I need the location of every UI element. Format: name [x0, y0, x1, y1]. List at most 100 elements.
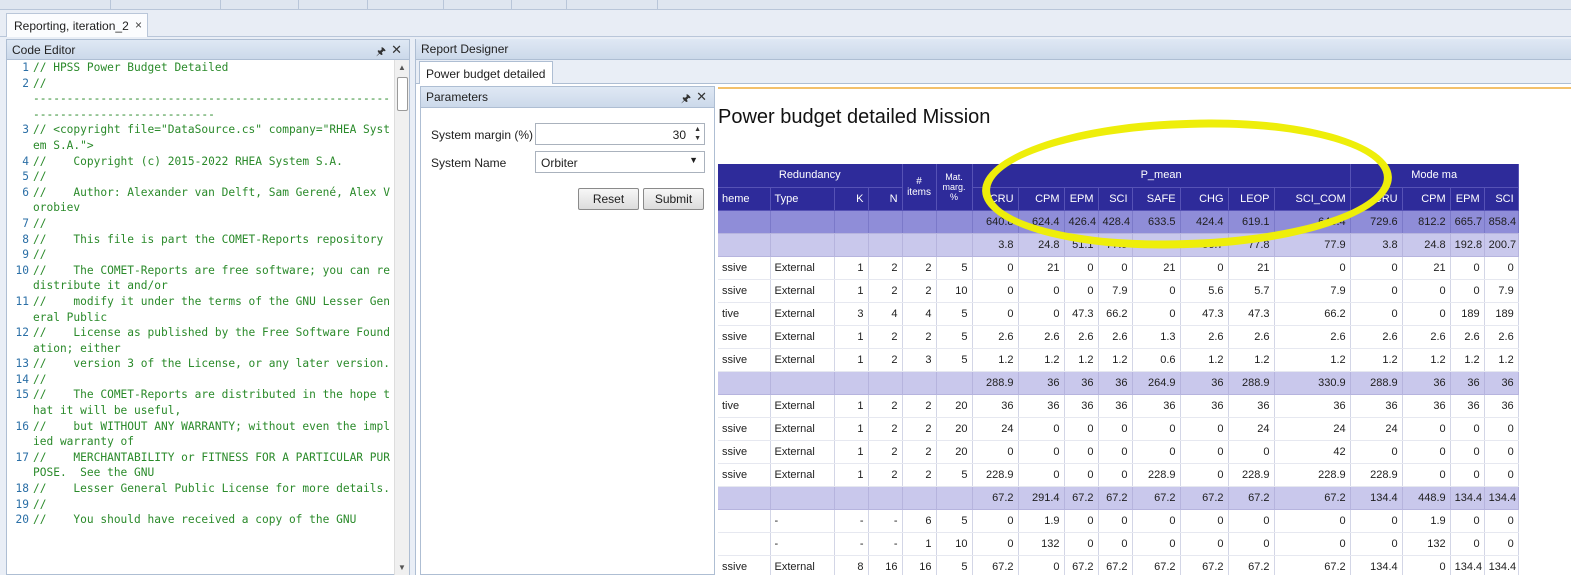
table-cell: 0 [1450, 417, 1485, 441]
document-tab[interactable]: Reporting, iteration_2 × [6, 13, 148, 37]
close-icon[interactable]: ✕ [696, 89, 707, 105]
table-cell: 1.2 [1402, 348, 1451, 372]
line-number: 7 [22, 216, 29, 230]
submit-button[interactable]: Submit [643, 188, 704, 210]
table-cell: 0 [1132, 532, 1181, 556]
table-cell: 6 [902, 509, 937, 533]
table-cell: 0 [1402, 417, 1451, 441]
close-icon[interactable]: × [135, 18, 142, 32]
table-cell: 134.4 [1484, 486, 1519, 510]
code-text: // Lesser General Public License for mor… [33, 482, 390, 496]
table-cell: 0 [1018, 417, 1065, 441]
table-cell: 36 [1274, 394, 1351, 418]
reset-button[interactable]: Reset [578, 188, 639, 210]
table-cell: 1.2 [1228, 348, 1275, 372]
table-cell: 24.8 [1402, 233, 1451, 257]
code-text: // Copyright (c) 2015-2022 RHEA System S… [33, 154, 343, 168]
table-cell: 0 [1484, 532, 1519, 556]
table-cell: 47.3 [1228, 302, 1275, 326]
close-icon[interactable]: ✕ [391, 42, 402, 58]
table-cell: 67.2 [1274, 486, 1351, 510]
table-cell: 288.9 [972, 371, 1019, 395]
table-cell: 2.6 [1450, 325, 1485, 349]
code-text-area[interactable]: 1 // HPSS Power Budget Detailed 2 // -------… [7, 60, 396, 575]
system-margin-label: System margin (%) [431, 128, 534, 142]
line-number [7, 91, 31, 122]
table-row: tive External 1 2 2 20 36 36 36 36 36 36 36 36 36 36 36 3… [718, 394, 1519, 418]
table-cell: External [770, 463, 835, 487]
table-cell: 0 [1450, 463, 1485, 487]
code-text: // modify it under the terms of the GNU … [33, 294, 390, 324]
line-number: 1 [22, 61, 29, 74]
code-text: // [33, 372, 47, 386]
scrollbar-thumb[interactable] [397, 77, 408, 111]
table-cell: 1 [834, 440, 869, 464]
column-header: EPM [1450, 187, 1485, 211]
table-cell [868, 371, 903, 395]
table-cell: 36 [1402, 394, 1451, 418]
table-cell: 264.9 [1132, 371, 1181, 395]
table-cell: 0 [1484, 256, 1519, 280]
code-text: // This file is part the COMET-Reports r… [33, 232, 384, 246]
table-cell [936, 486, 973, 510]
scroll-up-icon[interactable]: ▲ [398, 63, 406, 72]
table-cell: 16 [902, 555, 937, 575]
table-cell: 134.4 [1484, 555, 1519, 575]
line-number: 14 [15, 372, 29, 386]
table-cell: 0 [1484, 417, 1519, 441]
table-cell: 0 [1180, 509, 1229, 533]
table-cell: 0 [1018, 302, 1065, 326]
table-cell [936, 233, 973, 257]
chevron-down-icon[interactable]: ▼ [689, 155, 698, 165]
table-cell [834, 371, 869, 395]
line-number: 2 [22, 76, 29, 90]
code-editor-scrollbar[interactable]: ▲ ▼ [394, 60, 409, 575]
table-cell: 21 [1402, 256, 1451, 280]
table-cell: 67.2 [1180, 555, 1229, 575]
table-cell: 0 [1064, 279, 1099, 303]
table-cell: 67.2 [1064, 555, 1099, 575]
table-cell: 67.2 [1098, 555, 1133, 575]
table-cell: 7.9 [1098, 279, 1133, 303]
code-line: 6 // Author: Alexander van Delft, Sam Ger… [7, 185, 396, 216]
table-cell: 189 [1484, 302, 1519, 326]
table-cell: 0 [1450, 279, 1485, 303]
scroll-down-icon[interactable]: ▼ [398, 563, 406, 572]
line-number: 15 [15, 388, 29, 402]
line-number: 16 [15, 419, 29, 433]
spinner-icon[interactable]: ▲ ▼ [694, 125, 701, 143]
system-name-select[interactable]: Orbiter ▼ [535, 151, 705, 173]
table-cell: 67.2 [1228, 555, 1275, 575]
table-cell: 5 [936, 256, 973, 280]
parameters-header: Parameters 🖈 ✕ [421, 87, 714, 108]
pin-icon[interactable]: 🖈 [681, 90, 691, 109]
table-cell: 0 [1018, 555, 1065, 575]
table-cell: 0 [1402, 555, 1451, 575]
table-cell: External [770, 302, 835, 326]
table-cell: 2 [868, 325, 903, 349]
table-cell: 2 [902, 463, 937, 487]
table-cell: 67.2 [1132, 555, 1181, 575]
tab-power-budget-detailed[interactable]: Power budget detailed [419, 61, 554, 84]
mat-marg-group-header: Mat. marg. % [936, 164, 973, 211]
code-text: // HPSS Power Budget Detailed [33, 61, 229, 74]
table-cell: 21 [1018, 256, 1065, 280]
line-number: 13 [15, 357, 29, 371]
table-cell: 1.2 [1018, 348, 1065, 372]
table-cell: 20 [936, 394, 973, 418]
table-cell: 2 [902, 440, 937, 464]
table-cell [834, 486, 869, 510]
table-cell: 36 [1098, 371, 1133, 395]
table-cell: 42 [1274, 440, 1351, 464]
code-line: 19 // [7, 497, 396, 513]
table-cell: External [770, 440, 835, 464]
table-cell: 288.9 [1228, 371, 1275, 395]
table-cell: 2.6 [1228, 325, 1275, 349]
table-cell: 0 [1098, 532, 1133, 556]
table-cell: 0 [1064, 532, 1099, 556]
line-number: 6 [22, 185, 29, 199]
table-cell [770, 233, 835, 257]
table-cell: 0 [1450, 440, 1485, 464]
system-margin-input[interactable]: 30 ▲ ▼ [535, 123, 705, 145]
table-cell: 47.3 [1064, 302, 1099, 326]
